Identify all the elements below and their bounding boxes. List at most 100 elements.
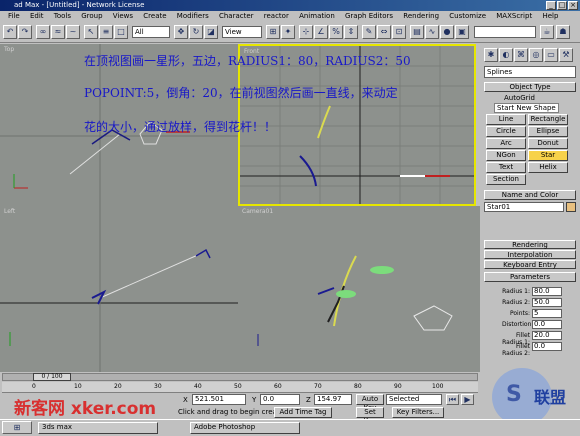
snap-toggle-icon[interactable]: ⊹ [299, 25, 313, 39]
maximize-button[interactable]: □ [557, 1, 567, 10]
menu-reactor[interactable]: reactor [264, 12, 289, 20]
circle-button[interactable]: Circle [486, 126, 526, 137]
distortion-spinner[interactable]: 0.0 [532, 320, 562, 329]
start-new-shape-checkbox[interactable]: Start New Shape [494, 103, 559, 113]
motion-tab-icon[interactable]: ◎ [529, 48, 543, 62]
utilities-tab-icon[interactable]: ⚒ [559, 48, 573, 62]
region-select-icon[interactable]: □ [114, 25, 128, 39]
parameters-rollout[interactable]: Parameters [484, 272, 576, 282]
select-icon[interactable]: ↖ [84, 25, 98, 39]
menu-character[interactable]: Character [219, 12, 254, 20]
x-coordinate-field[interactable]: 521.501 [192, 394, 246, 405]
menu-file[interactable]: File [8, 12, 20, 20]
spinner-snap-icon[interactable]: ⇕ [344, 25, 358, 39]
select-manipulate-icon[interactable]: ✦ [281, 25, 295, 39]
layer-manager-icon[interactable]: ▤ [410, 25, 424, 39]
modify-tab-icon[interactable]: ◐ [499, 48, 513, 62]
points-spinner[interactable]: 5 [532, 309, 562, 318]
viewport-camera[interactable]: Camera01 [238, 206, 480, 372]
play-icon[interactable]: ▶ [461, 394, 474, 405]
select-by-name-icon[interactable]: ≡ [99, 25, 113, 39]
scale-icon[interactable]: ◪ [204, 25, 218, 39]
display-tab-icon[interactable]: ▭ [544, 48, 558, 62]
undo-icon[interactable]: ↶ [3, 25, 17, 39]
go-to-start-icon[interactable]: ⏮ [446, 394, 459, 405]
object-color-swatch[interactable] [566, 202, 576, 212]
menu-customize[interactable]: Customize [449, 12, 486, 20]
menu-rendering[interactable]: Rendering [403, 12, 439, 20]
donut-button[interactable]: Donut [528, 138, 568, 149]
start-icon[interactable]: ⊞ [2, 421, 32, 434]
reference-coordinate-dropdown[interactable]: View [222, 26, 262, 38]
viewport-left[interactable]: Left [0, 206, 238, 372]
rotate-icon[interactable]: ↻ [189, 25, 203, 39]
key-mode-dropdown[interactable]: Selected [386, 394, 442, 405]
named-selection-set-dropdown[interactable] [474, 26, 536, 38]
minimize-button[interactable]: _ [546, 1, 556, 10]
taskbar-item-photoshop[interactable]: Adobe Photoshop [190, 422, 300, 434]
menu-tools[interactable]: Tools [54, 12, 71, 20]
helix-button[interactable]: Helix [528, 162, 568, 173]
radius2-spinner[interactable]: 50.0 [532, 298, 562, 307]
selection-filter-dropdown[interactable]: All [132, 26, 170, 38]
hierarchy-tab-icon[interactable]: ⌘ [514, 48, 528, 62]
time-slider-thumb[interactable]: 0 / 100 [33, 373, 71, 381]
auto-key-button[interactable]: Auto Key [356, 394, 384, 412]
fillet-radius2-spinner[interactable]: 0.0 [532, 342, 562, 351]
teapot-render-icon[interactable]: ☗ [556, 25, 570, 39]
set-key-button[interactable]: Set Key [356, 407, 384, 425]
fillet-radius1-spinner[interactable]: 20.0 [532, 331, 562, 340]
arc-button[interactable]: Arc [486, 138, 526, 149]
menu-help[interactable]: Help [542, 12, 558, 20]
ngon-button[interactable]: NGon [486, 150, 526, 161]
named-selection-icon[interactable]: ✎ [362, 25, 376, 39]
rendering-rollout[interactable]: Rendering [484, 240, 576, 249]
percent-snap-icon[interactable]: % [329, 25, 343, 39]
mirror-icon[interactable]: ⇔ [377, 25, 391, 39]
radius1-spinner[interactable]: 80.0 [532, 287, 562, 296]
render-scene-icon[interactable]: ▣ [455, 25, 469, 39]
unlink-icon[interactable]: ≈ [51, 25, 65, 39]
name-and-color-rollout[interactable]: Name and Color [484, 190, 576, 200]
autogrid-checkbox[interactable]: AutoGrid [504, 94, 535, 102]
interpolation-rollout[interactable]: Interpolation [484, 250, 576, 259]
taskbar-item-max[interactable]: 3ds max [38, 422, 158, 434]
bind-space-warp-icon[interactable]: ~ [66, 25, 80, 39]
key-filters-button[interactable]: Key Filters... [392, 407, 444, 418]
menu-modifiers[interactable]: Modifiers [177, 12, 209, 20]
star-button[interactable]: Star [528, 150, 568, 161]
move-icon[interactable]: ✥ [174, 25, 188, 39]
curve-editor-icon[interactable]: ∿ [425, 25, 439, 39]
menu-group[interactable]: Group [81, 12, 102, 20]
redo-icon[interactable]: ↷ [18, 25, 32, 39]
z-coordinate-field[interactable]: 154.97 [314, 394, 352, 405]
menu-views[interactable]: Views [113, 12, 133, 20]
y-coordinate-field[interactable]: 0.0 [260, 394, 300, 405]
keyboard-entry-rollout[interactable]: Keyboard Entry [484, 260, 576, 269]
menu-edit[interactable]: Edit [30, 12, 44, 20]
menu-graph-editors[interactable]: Graph Editors [345, 12, 393, 20]
text-button[interactable]: Text [486, 162, 526, 173]
line-button[interactable]: Line [486, 114, 526, 125]
material-editor-icon[interactable]: ● [440, 25, 454, 39]
align-icon[interactable]: ⊡ [392, 25, 406, 39]
menu-animation[interactable]: Animation [299, 12, 335, 20]
menu-create[interactable]: Create [143, 12, 166, 20]
section-button[interactable]: Section [486, 174, 526, 185]
object-name-field[interactable]: Star01 [484, 202, 564, 212]
ellipse-button[interactable]: Ellipse [528, 126, 568, 137]
angle-snap-icon[interactable]: ∠ [314, 25, 328, 39]
add-time-tag-button[interactable]: Add Time Tag [274, 407, 332, 418]
time-slider[interactable]: 0 / 100 [2, 373, 478, 381]
create-tab-icon[interactable]: ✱ [484, 48, 498, 62]
timeline-ruler[interactable]: 0 10 20 30 40 50 60 70 80 90 100 [2, 382, 478, 393]
quick-render-icon[interactable]: ☕ [540, 25, 554, 39]
close-button[interactable]: × [568, 1, 578, 10]
link-icon[interactable]: ∞ [36, 25, 50, 39]
menu-maxscript[interactable]: MAXScript [496, 12, 532, 20]
object-type-rollout[interactable]: Object Type [484, 82, 576, 92]
pivot-icon[interactable]: ⊞ [266, 25, 280, 39]
menu-bar: File Edit Tools Group Views Create Modif… [0, 11, 580, 22]
rectangle-button[interactable]: Rectangle [528, 114, 568, 125]
category-dropdown[interactable]: Splines [484, 66, 576, 78]
